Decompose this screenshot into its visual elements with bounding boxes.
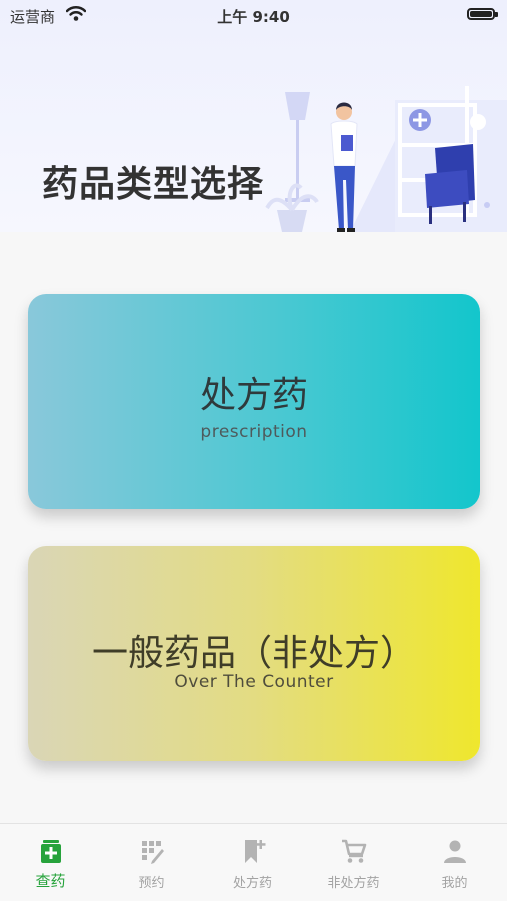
prescription-card-title: 处方药 xyxy=(199,375,308,416)
tab-profile[interactable]: 我的 xyxy=(404,824,505,901)
tab-label: 预约 xyxy=(138,876,165,891)
cart-icon xyxy=(342,839,367,863)
tab-label: 处方药 xyxy=(232,876,272,891)
tab-label: 查药 xyxy=(35,872,66,890)
appointment-grid-icon xyxy=(142,841,164,864)
battery-icon xyxy=(467,8,498,20)
otc-card-title: 一般药品（非处方） xyxy=(91,633,416,674)
status-time: 上午 9:40 xyxy=(217,8,290,26)
prescription-card-subtitle: prescription xyxy=(200,422,308,442)
medicine-kit-icon xyxy=(41,840,61,863)
bottom-tab-bar: 查药 预约 处方药 非处方药 我的 xyxy=(0,823,507,901)
tab-label: 非处方药 xyxy=(327,876,380,891)
battery-level xyxy=(470,11,492,17)
pharmacy-illustration xyxy=(265,86,507,232)
bookmark-plus-icon xyxy=(245,840,266,863)
tab-appointment[interactable]: 预约 xyxy=(101,824,202,901)
person-icon xyxy=(444,840,466,863)
tab-search-medicine[interactable]: 查药 xyxy=(0,824,101,901)
status-bar: 运营商 上午 9:40 xyxy=(0,0,507,30)
tab-otc[interactable]: 非处方药 xyxy=(303,824,404,901)
header-banner: 药品类型选择 xyxy=(0,0,507,232)
tab-prescription[interactable]: 处方药 xyxy=(202,824,303,901)
tab-label: 我的 xyxy=(441,876,468,891)
otc-card-subtitle: Over The Counter xyxy=(174,672,334,692)
page-title: 药品类型选择 xyxy=(42,164,265,205)
otc-card[interactable]: 一般药品（非处方） Over The Counter xyxy=(28,546,480,761)
prescription-card[interactable]: 处方药 prescription xyxy=(28,294,480,509)
